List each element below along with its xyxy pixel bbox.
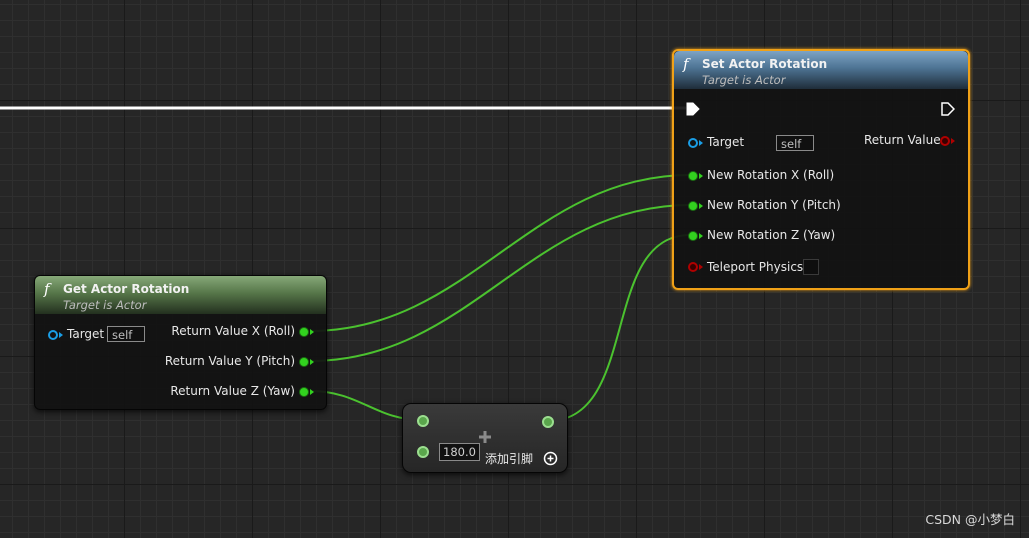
- teleport-physics-checkbox[interactable]: [803, 259, 819, 275]
- node-subtitle: Target is Actor: [702, 73, 786, 87]
- pin-arrow: [951, 138, 955, 144]
- new-rotation-x-pin[interactable]: [688, 171, 698, 181]
- return-value-pin[interactable]: [940, 136, 950, 146]
- wire-add-result: [547, 234, 691, 422]
- pin-arrow: [699, 264, 703, 270]
- return-value-label: Return Value: [864, 133, 941, 147]
- node-header[interactable]: f Get Actor Rotation Target is Actor: [35, 276, 326, 314]
- return-value-y-pin[interactable]: [299, 357, 309, 367]
- input-a-pin[interactable]: [417, 415, 429, 427]
- exec-in-pin[interactable]: [686, 102, 700, 116]
- input-b-value-field[interactable]: 180.0: [439, 443, 480, 461]
- target-pin[interactable]: [48, 330, 58, 340]
- return-value-x-label: Return Value X (Roll): [171, 324, 295, 338]
- plus-icon: [479, 431, 491, 443]
- new-rotation-x-label: New Rotation X (Roll): [707, 168, 835, 182]
- node-subtitle: Target is Actor: [63, 298, 147, 312]
- function-icon: f: [683, 55, 689, 73]
- pin-arrow: [310, 389, 314, 395]
- target-self-field[interactable]: self: [107, 326, 145, 342]
- input-b-pin[interactable]: [417, 446, 429, 458]
- node-title: Get Actor Rotation: [63, 282, 190, 296]
- pin-arrow: [699, 203, 703, 209]
- new-rotation-z-pin[interactable]: [688, 231, 698, 241]
- teleport-physics-label: Teleport Physics: [707, 260, 804, 274]
- function-icon: f: [44, 280, 50, 298]
- target-self-field[interactable]: self: [776, 135, 814, 151]
- return-value-y-label: Return Value Y (Pitch): [164, 354, 295, 368]
- pin-arrow: [310, 359, 314, 365]
- add-circle-icon[interactable]: [543, 451, 558, 466]
- new-rotation-y-label: New Rotation Y (Pitch): [707, 198, 841, 212]
- new-rotation-z-label: New Rotation Z (Yaw): [707, 228, 836, 242]
- teleport-physics-pin[interactable]: [688, 262, 698, 272]
- set-actor-rotation-node[interactable]: f Set Actor Rotation Target is Actor Tar…: [672, 49, 970, 290]
- watermark: CSDN @小梦白: [925, 512, 1015, 527]
- get-actor-rotation-node[interactable]: f Get Actor Rotation Target is Actor Tar…: [34, 275, 327, 410]
- target-label: Target: [67, 327, 105, 341]
- target-pin[interactable]: [688, 138, 698, 148]
- exec-out-pin[interactable]: [941, 102, 955, 116]
- return-value-z-pin[interactable]: [299, 387, 309, 397]
- target-label: Target: [707, 135, 745, 149]
- return-value-x-pin[interactable]: [299, 327, 309, 337]
- result-pin[interactable]: [542, 416, 554, 428]
- new-rotation-y-pin[interactable]: [688, 201, 698, 211]
- node-header[interactable]: f Set Actor Rotation Target is Actor: [674, 51, 968, 89]
- add-float-node[interactable]: 180.0 添加引脚: [402, 403, 568, 473]
- add-pin-label[interactable]: 添加引脚: [485, 450, 533, 467]
- wire-roll: [309, 174, 691, 332]
- node-title: Set Actor Rotation: [702, 57, 828, 71]
- wire-pitch: [309, 204, 691, 362]
- return-value-z-label: Return Value Z (Yaw): [170, 384, 295, 398]
- pin-arrow: [699, 140, 703, 146]
- pin-arrow: [699, 173, 703, 179]
- pin-arrow: [699, 233, 703, 239]
- pin-arrow: [59, 332, 63, 338]
- pin-arrow: [310, 329, 314, 335]
